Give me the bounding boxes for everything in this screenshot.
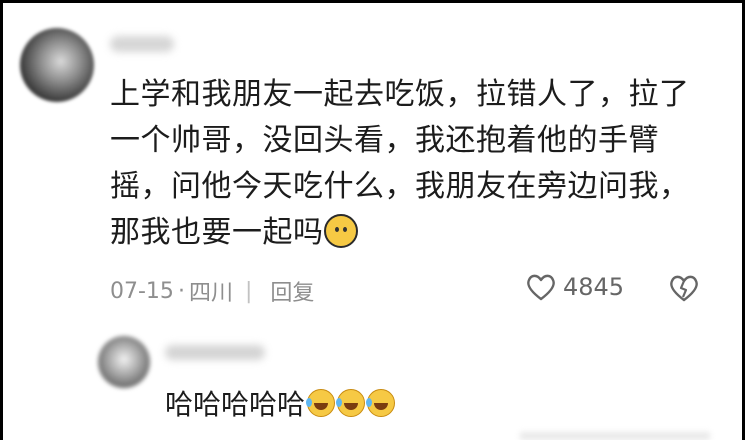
laughing-tears-emoji-icon bbox=[336, 389, 366, 417]
replier-avatar[interactable] bbox=[98, 336, 150, 388]
meta-dot: · bbox=[177, 278, 185, 304]
heart-icon bbox=[527, 274, 555, 301]
comment-body: 上学和我朋友一起去吃饭，拉错人了，拉了 一个帅哥，没回头看，我还抱着他的手臂 摇… bbox=[110, 72, 710, 256]
like-count: 4845 bbox=[563, 273, 625, 301]
comment-location: 四川 bbox=[188, 281, 233, 306]
laughing-tears-emoji-icon bbox=[366, 389, 396, 417]
like-button[interactable]: 4845 bbox=[525, 272, 624, 302]
crying-face-emoji-icon bbox=[323, 214, 358, 248]
meta-divider: | bbox=[244, 278, 253, 304]
reply-text: 哈哈哈哈哈 bbox=[165, 388, 306, 421]
comment-line: 上学和我朋友一起去吃饭，拉错人了，拉了 bbox=[110, 77, 690, 112]
reply-body: 哈哈哈哈哈 bbox=[165, 383, 396, 423]
comment-date: 07-15 bbox=[110, 278, 174, 304]
reply-button[interactable]: 回复 bbox=[270, 275, 314, 307]
commenter-name-blurred bbox=[110, 36, 174, 52]
dislike-button[interactable] bbox=[667, 273, 701, 307]
replier-name-blurred bbox=[165, 345, 265, 360]
broken-heart-icon bbox=[670, 275, 698, 302]
comment-line: 一个帅哥，没回头看，我还抱着他的手臂 bbox=[110, 123, 659, 158]
next-comment-partial bbox=[520, 432, 710, 440]
commenter-avatar[interactable] bbox=[20, 28, 94, 102]
comment-line-text: 那我也要一起吗 bbox=[110, 215, 324, 250]
comment-line: 那我也要一起吗 bbox=[110, 210, 710, 256]
comment-meta: 07-15 · 四川 | 回复 bbox=[110, 275, 314, 307]
laughing-tears-emoji-icon bbox=[306, 389, 336, 417]
comment-line: 摇，问他今天吃什么，我朋友在旁边问我， bbox=[110, 169, 690, 204]
